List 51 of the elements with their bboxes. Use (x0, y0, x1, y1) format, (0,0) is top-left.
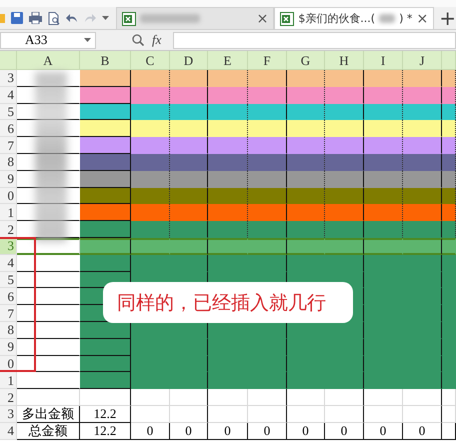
table-cell: 0 (403, 422, 442, 440)
table-cell: 总金额 (17, 422, 80, 440)
table-cell: 0 (364, 422, 403, 440)
column-header[interactable]: C (131, 51, 170, 70)
row-header[interactable]: 4 (0, 254, 17, 272)
column-header[interactable]: B (80, 51, 131, 70)
table-cell: 多出金额 (17, 406, 80, 423)
file-tab[interactable]: $亲们的伙食...( ) * × (274, 7, 434, 29)
row-header[interactable]: 7 (0, 137, 17, 154)
column-header[interactable]: F (248, 51, 287, 70)
row-header[interactable]: 6 (0, 120, 17, 138)
tab-title: $亲们的伙食...( (298, 11, 376, 26)
name-box[interactable]: A33 (0, 32, 96, 48)
row-header[interactable]: 4 (0, 86, 17, 104)
column-header[interactable]: I (364, 51, 403, 70)
column-header[interactable]: J (403, 51, 442, 70)
row-header[interactable]: 5 (0, 272, 17, 288)
row-header[interactable]: 9 (0, 170, 17, 188)
table-cell: 12.2 (80, 406, 131, 423)
row-header[interactable]: 8 (0, 322, 17, 339)
row-header[interactable]: 9 (0, 338, 17, 356)
file-tab[interactable]: × (116, 7, 274, 29)
table-cell: 0 (325, 422, 364, 440)
row-header[interactable]: 0 (0, 188, 17, 204)
table-cell: 0 (248, 422, 287, 440)
table-cell: 0 (170, 422, 208, 440)
column-header[interactable]: A (17, 51, 80, 70)
function-button[interactable]: fx (152, 32, 162, 48)
row-header[interactable]: 1 (0, 204, 17, 222)
row-header[interactable]: 5 (0, 104, 17, 120)
close-icon[interactable]: × (416, 10, 428, 26)
close-icon[interactable]: × (256, 10, 268, 26)
row-header[interactable]: 3 (0, 70, 17, 87)
column-header[interactable]: G (287, 51, 325, 70)
row-header[interactable]: 1 (0, 372, 17, 390)
row-header[interactable]: 6 (0, 288, 17, 306)
column-header[interactable]: E (208, 51, 248, 70)
column-header[interactable]: H (325, 51, 364, 70)
row-header[interactable]: 3 (0, 406, 17, 423)
new-tab-button[interactable]: + (439, 6, 456, 30)
row-header[interactable]: 2 (0, 221, 17, 238)
row-header[interactable]: 8 (0, 154, 17, 171)
column-header[interactable]: D (170, 51, 208, 70)
row-header[interactable]: 2 (0, 389, 17, 406)
row-header[interactable]: 7 (0, 305, 17, 322)
tab-title-end: ) * (399, 12, 412, 25)
table-cell: 0 (287, 422, 325, 440)
table-cell: 0 (208, 422, 248, 440)
row-header[interactable]: 4 (0, 422, 17, 440)
table-cell: 12.2 (80, 422, 131, 440)
table-cell: 0 (131, 422, 170, 440)
